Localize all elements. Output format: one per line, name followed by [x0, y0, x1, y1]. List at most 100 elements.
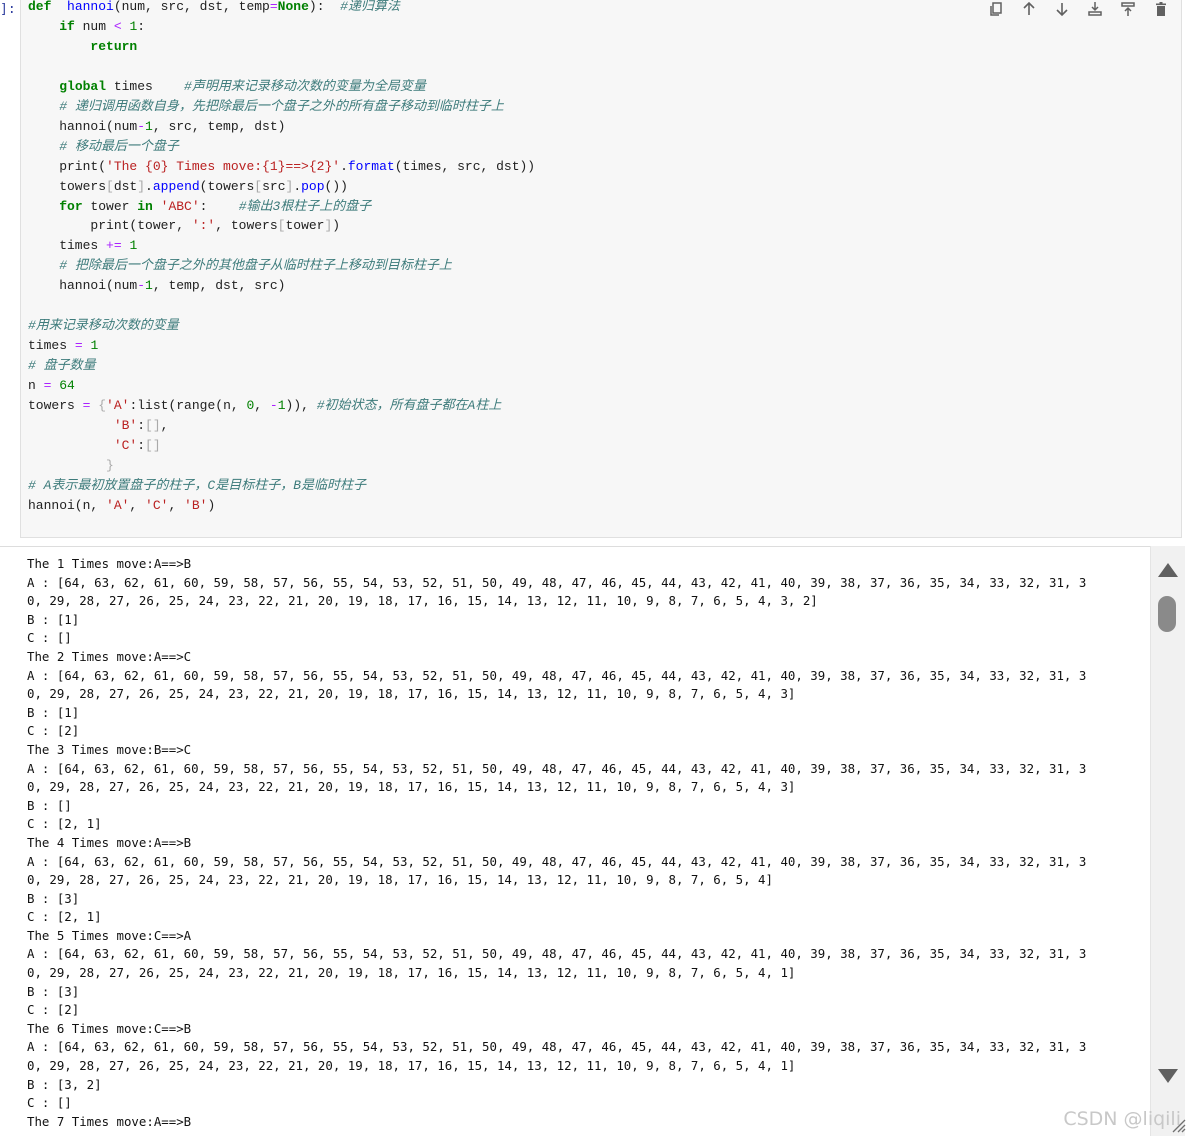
code-token: (times, src, dst)): [394, 158, 536, 174]
code-token: [: [106, 178, 114, 194]
code-token: =: [74, 338, 83, 354]
code-token: None: [277, 0, 309, 14]
code-token: 'B': [184, 497, 208, 513]
code-token: global: [59, 78, 107, 94]
output-line: A : [64, 63, 62, 61, 60, 59, 58, 57, 56,…: [27, 1039, 1087, 1055]
code-editor[interactable]: def hannoi(num, src, dst, temp=None): #递…: [28, 0, 535, 516]
output-line: A : [64, 63, 62, 61, 60, 59, 58, 57, 56,…: [27, 574, 1087, 590]
code-token: hannoi(n,: [28, 497, 107, 513]
code-line: times = 1: [28, 336, 535, 356]
code-line: 'B':[],: [28, 416, 535, 436]
code-line: def hannoi(num, src, dst, temp=None): #递…: [28, 0, 535, 17]
code-line: 'C':[]: [28, 436, 535, 456]
code-token: #声明用来记录移动次数的变量为全局变量: [184, 78, 426, 94]
insert-above-icon[interactable]: [1083, 0, 1107, 18]
code-token: 'A': [106, 497, 130, 513]
code-token: 'ABC': [160, 198, 200, 214]
resize-handle-icon[interactable]: [1168, 1115, 1186, 1133]
insert-below-icon[interactable]: [1116, 0, 1140, 18]
delete-icon[interactable]: [1149, 0, 1173, 18]
code-token: ):: [308, 0, 341, 14]
code-token: ): [207, 497, 216, 513]
code-token: :: [137, 18, 146, 34]
code-token: []: [145, 418, 161, 434]
code-token: .: [340, 158, 348, 174]
output-scrollbar[interactable]: [1150, 546, 1185, 1136]
code-token: # 把除最后一个盘子之外的其他盘子从临时柱子上移动到目标柱子上: [59, 258, 452, 274]
code-token: append: [152, 178, 200, 194]
code-token: # A表示最初放置盘子的柱子，C是目标柱子，B是临时柱子: [28, 477, 367, 493]
code-token: -: [137, 278, 146, 294]
output-text: The 1 Times move:A==>B A : [64, 63, 62, 6…: [27, 555, 1142, 1131]
output-line: The 2 Times move:A==>C: [27, 648, 192, 664]
move-down-icon[interactable]: [1050, 0, 1074, 18]
output-line: B : [3]: [27, 983, 80, 999]
output-line: The 1 Times move:A==>B: [27, 556, 192, 571]
output-line: 0, 29, 28, 27, 26, 25, 24, 23, 22, 21, 2…: [27, 686, 796, 702]
code-token: 'The {0} Times move:{1}==>{2}': [106, 158, 341, 174]
code-cell[interactable]: def hannoi(num, src, dst, temp=None): #递…: [20, 0, 1182, 538]
code-token: tower: [82, 198, 138, 214]
scroll-down-arrow-icon[interactable]: [1158, 1069, 1178, 1083]
code-token: times: [28, 238, 107, 254]
code-token: =: [269, 0, 278, 14]
code-token: hannoi(num: [28, 118, 138, 134]
cell-prompt: ]:: [0, 2, 16, 17]
copy-icon[interactable]: [984, 0, 1008, 18]
output-line: The 7 Times move:A==>B: [27, 1113, 192, 1129]
code-line: n = 64: [28, 376, 535, 396]
code-token: +=: [106, 238, 122, 254]
code-line: print(tower, ':', towers[tower]): [28, 216, 535, 236]
code-token: []: [145, 437, 161, 453]
code-token: times: [28, 338, 75, 354]
code-token: ]: [137, 178, 146, 194]
code-line: # 盘子数量: [28, 356, 535, 376]
code-token: 'C': [145, 497, 169, 513]
code-token: return: [90, 38, 138, 54]
output-line: The 4 Times move:A==>B: [27, 834, 192, 850]
output-line: B : []: [27, 797, 72, 813]
code-token: .: [145, 178, 153, 194]
scroll-up-arrow-icon[interactable]: [1158, 563, 1178, 577]
code-line: print('The {0} Times move:{1}==>{2}'.for…: [28, 157, 535, 177]
code-token: -: [137, 118, 146, 134]
output-line: The 6 Times move:C==>B: [27, 1020, 192, 1036]
move-up-icon[interactable]: [1017, 0, 1041, 18]
code-token: 1: [90, 338, 99, 354]
code-token: , temp, dst, src): [152, 278, 286, 294]
code-token: }: [106, 457, 114, 473]
output-line: C : [2, 1]: [27, 816, 102, 832]
code-token: ,: [160, 418, 169, 434]
output-line: B : [3]: [27, 890, 80, 906]
code-line: # 递归调用函数自身，先把除最后一个盘子之外的所有盘子移动到临时柱子上: [28, 97, 535, 117]
code-token: # 盘子数量: [28, 358, 96, 374]
code-token: in: [137, 198, 153, 214]
output-line: B : [1]: [27, 704, 80, 720]
code-token: [: [254, 178, 263, 194]
output-area[interactable]: The 1 Times move:A==>B A : [64, 63, 62, 6…: [0, 546, 1150, 1137]
code-line: towers = {'A':list(range(n, 0, -1)), #初始…: [28, 396, 535, 416]
code-token: tower: [285, 218, 325, 234]
code-token: 'A': [106, 398, 130, 414]
code-token: 'C': [113, 437, 138, 453]
code-token: ,: [129, 497, 146, 513]
code-token: :: [199, 198, 239, 214]
code-token: 64: [59, 378, 75, 394]
cell-toolbar: [984, 0, 1173, 18]
code-token: print(tower,: [28, 218, 192, 234]
code-token: :list(range(n,: [129, 398, 247, 414]
scroll-thumb[interactable]: [1158, 596, 1176, 632]
code-token: 1: [145, 278, 153, 294]
code-line: # A表示最初放置盘子的柱子，C是目标柱子，B是临时柱子: [28, 476, 535, 496]
code-line: if num < 1:: [28, 17, 535, 37]
